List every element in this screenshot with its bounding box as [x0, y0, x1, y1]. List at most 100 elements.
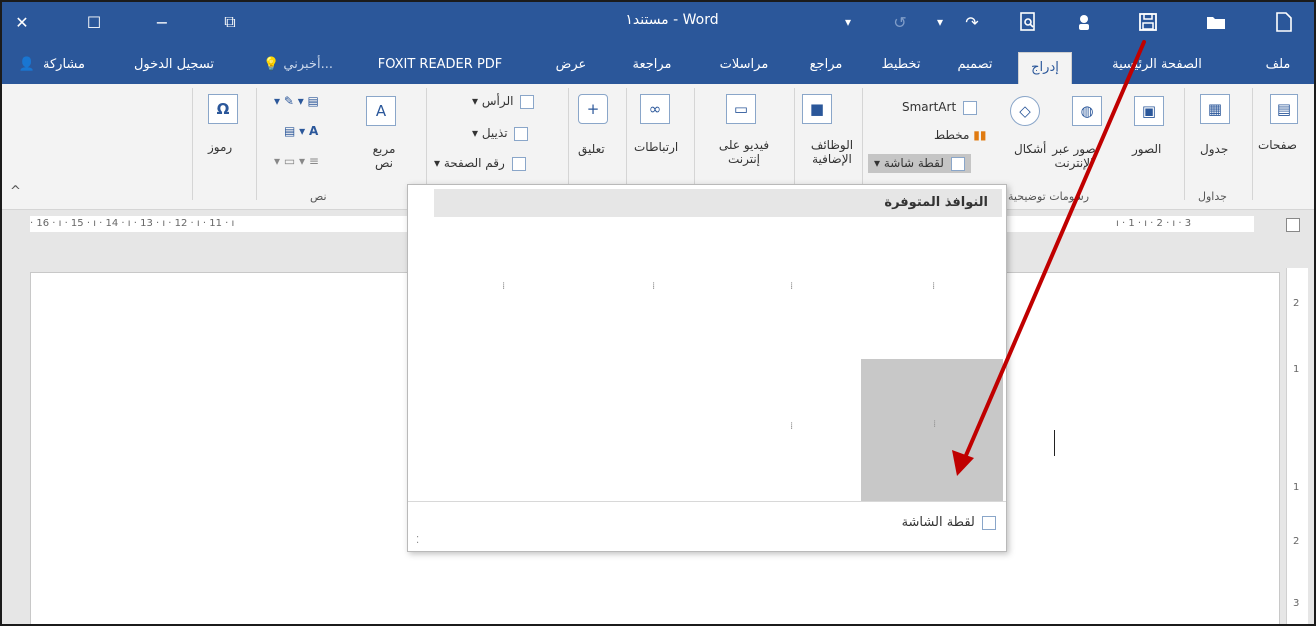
window-thumbnail[interactable]: ⁞ [652, 281, 655, 292]
tab-view[interactable]: عرض [548, 50, 594, 80]
maximize-icon: ☐ [86, 12, 102, 32]
title-bar: ✕ ☐ − ⧉ مستند١ - Word ▾ ↺ ▾ ↷ [2, 2, 1314, 42]
drop-cap-button[interactable]: ▾ ▭ ▾ ≡ [274, 154, 319, 168]
tell-me-label: أخبرني... [283, 57, 333, 72]
tab-design[interactable]: تصميم [946, 50, 1004, 80]
window-thumbnail[interactable]: ⁞ [932, 281, 935, 292]
close-button[interactable]: ✕ [2, 2, 42, 42]
online-pictures-button[interactable]: صور عبر الإنترنت [1036, 142, 1112, 170]
tab-references[interactable]: مراجع [802, 50, 850, 80]
comment-icon: + [578, 94, 608, 124]
online-video-button[interactable]: فيديو على إنترنت [706, 138, 782, 166]
vruler-tick: 3 [1293, 598, 1300, 609]
tell-me-box[interactable]: 💡 أخبرني... [250, 50, 346, 80]
symbol-icon: Ω [208, 94, 238, 124]
links-button[interactable]: ارتباطات [634, 140, 678, 154]
smartart-label: SmartArt [902, 100, 957, 114]
text-box-button[interactable]: مربع نص [364, 142, 404, 170]
tab-file[interactable]: ملف [1256, 50, 1300, 80]
dropdown-divider [408, 501, 1006, 502]
tab-insert[interactable]: إدراج [1018, 52, 1072, 84]
pictures-button[interactable]: الصور [1132, 142, 1161, 156]
resize-grip[interactable]: ⁚ [416, 535, 419, 546]
collapse-ribbon-button[interactable]: ^ [10, 184, 21, 199]
tab-layout[interactable]: تخطيط [874, 50, 928, 80]
ruler-ticks-right: ı · 1 · ı · 2 · ı · 3 [1116, 218, 1192, 229]
vertical-ruler: 2 1 1 2 3 [1286, 268, 1308, 624]
vruler-tick: 2 [1293, 298, 1300, 309]
group-separator [1252, 88, 1253, 200]
save-button[interactable] [1128, 2, 1168, 42]
thumbnail-dots: ⁞ [933, 419, 937, 430]
page-number-label: رقم الصفحة [443, 156, 505, 170]
window-thumbnail[interactable]: ⁞ [790, 421, 793, 432]
ruler-ticks-left: · 16 · ı · 15 · ı · 14 · ı · 13 · ı · 12… [30, 218, 235, 229]
maximize-button[interactable]: ☐ [74, 2, 114, 42]
ribbon-tabs: 👤 مشاركة تسجيل الدخول 💡 أخبرني... FOXIT … [2, 42, 1314, 84]
page-number-button[interactable]: ▾ رقم الصفحة [434, 156, 526, 171]
ribbon-display-icon: ⧉ [224, 12, 236, 31]
tab-foxit[interactable]: FOXIT READER PDF [368, 50, 512, 80]
pictures-icon: ▣ [1134, 96, 1164, 126]
screen-clipping-option[interactable]: لقطة الشاشة [902, 515, 996, 530]
chart-icon: ▮▮ [973, 128, 987, 142]
window-thumbnail[interactable]: ⁞ [790, 281, 793, 292]
screenshot-dropdown: النوافذ المتوفرة ⁞ ⁞ ⁞ ⁞ ⁞ ⁞ لقطة الشاشة… [407, 184, 1007, 552]
tab-mailings[interactable]: مراسلات [702, 50, 786, 80]
folder-icon [1207, 17, 1225, 29]
available-windows-header: النوافذ المتوفرة [434, 189, 1002, 217]
screen-clipping-icon [982, 515, 996, 530]
table-button[interactable]: جدول [1200, 142, 1228, 156]
touch-mode-button[interactable] [1064, 2, 1104, 42]
new-document-button[interactable] [1264, 2, 1304, 42]
addins-button[interactable]: الوظائف الإضافية [804, 138, 860, 166]
smartart-button[interactable]: SmartArt [902, 100, 977, 115]
tab-selector[interactable] [1286, 218, 1300, 232]
minimize-icon: − [155, 12, 169, 32]
page-number-icon [511, 156, 526, 171]
ribbon-display-button[interactable]: ⧉ [210, 2, 250, 42]
window-thumbnail-selected[interactable]: ⁞ [861, 359, 1003, 501]
touch-mode-icon [1079, 15, 1089, 30]
table-icon: ▦ [1200, 94, 1230, 124]
quick-parts-button[interactable]: ▾ ✎ ▾ ▤ [274, 94, 319, 108]
wordart-button[interactable]: ▤ ▾ A [284, 124, 318, 138]
symbols-button[interactable]: رموز [208, 140, 232, 154]
group-separator [192, 88, 193, 200]
footer-button[interactable]: ▾ تذييل [472, 126, 529, 141]
chart-label: مخطط [934, 128, 970, 142]
vruler-tick: 2 [1293, 536, 1300, 547]
undo-button[interactable]: ↺ [880, 2, 920, 42]
window-thumbnail[interactable]: ⁞ [502, 281, 505, 292]
signin-link[interactable]: تسجيل الدخول [104, 50, 244, 80]
online-pictures-icon: ◍ [1072, 96, 1102, 126]
lightbulb-icon: 💡 [263, 57, 280, 72]
header-icon [520, 94, 535, 109]
window-title: مستند١ - Word [625, 12, 719, 28]
pages-icon: ▤ [1270, 94, 1298, 124]
tab-review[interactable]: مراجعة [622, 50, 682, 80]
vruler-tick: 1 [1293, 482, 1300, 493]
header-button[interactable]: ▾ الرأس [472, 94, 535, 109]
open-button[interactable] [1196, 2, 1236, 42]
chart-button[interactable]: مخطط ▮▮ [934, 128, 986, 142]
pages-button[interactable]: صفحات [1258, 138, 1297, 152]
redo-button[interactable]: ↷ [952, 2, 992, 42]
smartart-icon [962, 100, 977, 115]
print-preview-button[interactable] [1008, 2, 1048, 42]
group-separator [256, 88, 257, 200]
text-cursor [1054, 430, 1055, 456]
close-icon: ✕ [15, 12, 29, 32]
tab-home[interactable]: الصفحة الرئيسية [1092, 50, 1222, 80]
text-group-label: نص [310, 190, 327, 203]
comment-button[interactable]: تعليق [578, 142, 605, 156]
tables-group-label: جداول [1198, 190, 1227, 203]
word-window: ✕ ☐ − ⧉ مستند١ - Word ▾ ↺ ▾ ↷ 👤 مشاركة ت… [0, 0, 1316, 626]
shapes-icon: ◇ [1010, 96, 1040, 126]
minimize-button[interactable]: − [142, 2, 182, 42]
screenshot-button[interactable]: ▾ لقطة شاشة [868, 154, 971, 173]
screenshot-label: لقطة شاشة [883, 156, 944, 170]
share-button[interactable]: مشاركة [34, 50, 94, 80]
customize-qat-button[interactable]: ▾ [828, 2, 868, 42]
shapes-button[interactable]: أشكال [1014, 142, 1046, 156]
